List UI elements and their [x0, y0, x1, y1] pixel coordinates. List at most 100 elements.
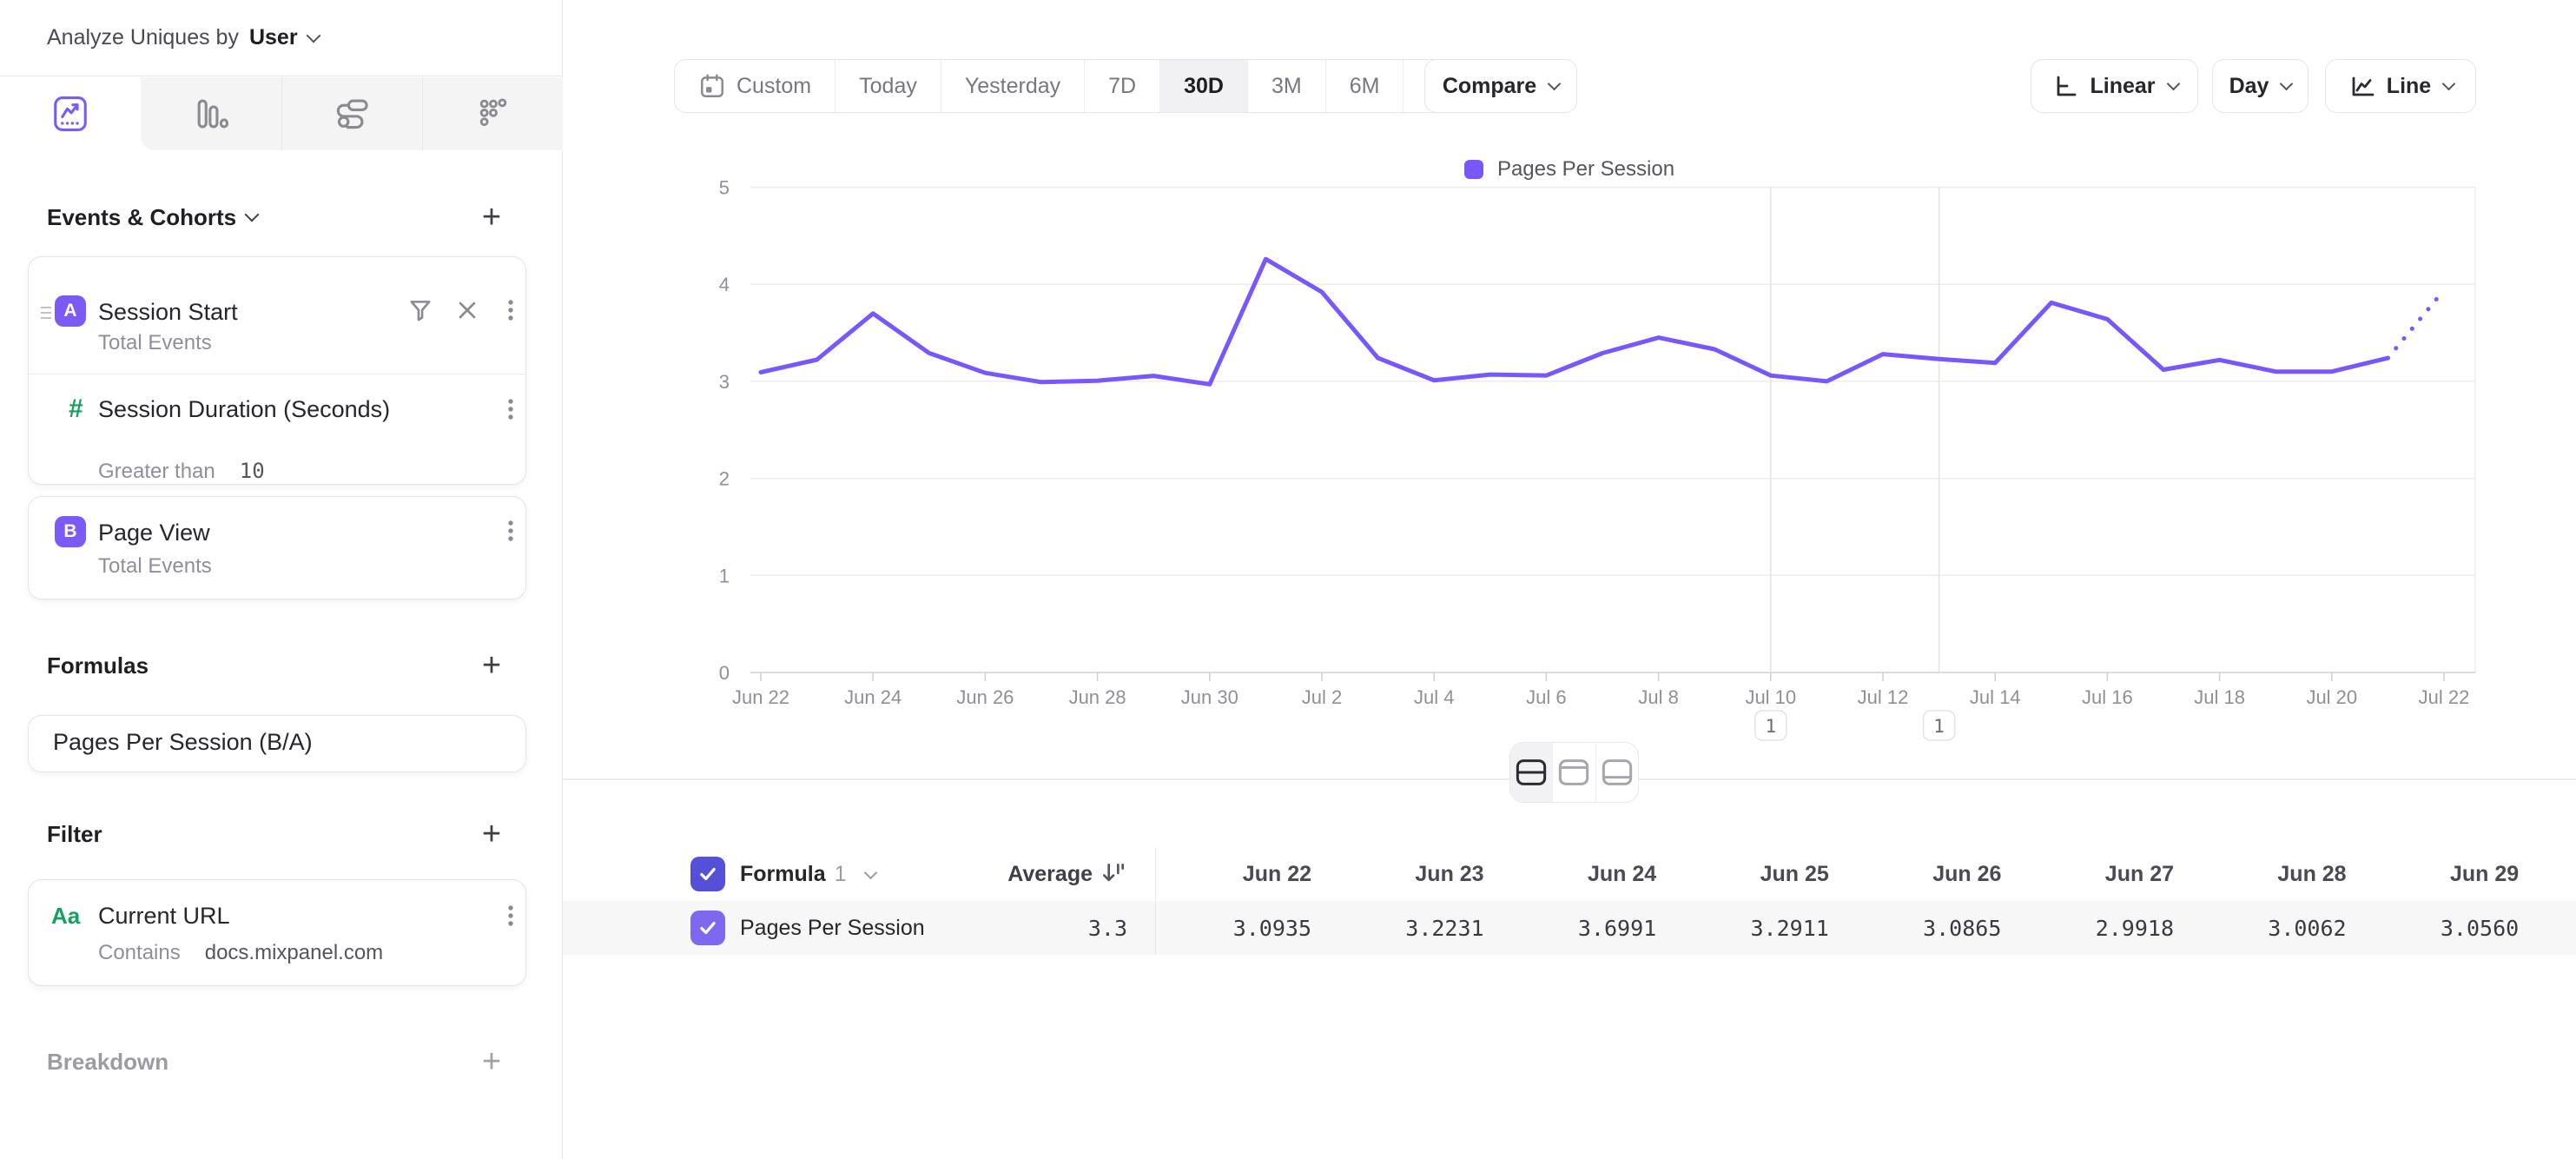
x-axis-tick-label: Jul 20	[2306, 686, 2357, 708]
formula-group-dropdown[interactable]: Formula 1	[740, 847, 875, 901]
formulas-heading: Formulas	[47, 646, 149, 685]
layout-split-view-button[interactable]	[1510, 743, 1552, 802]
chart-type-label: Line	[2387, 74, 2431, 99]
tab-bar-chart[interactable]	[141, 77, 281, 150]
kebab-menu-icon[interactable]	[498, 903, 524, 929]
line-chart[interactable]: 01234511Jun 22Jun 24Jun 26Jun 28Jun 30Ju…	[563, 130, 2576, 773]
table-date-header[interactable]: Jun 23	[1337, 847, 1484, 901]
table-value-cell: 3.2231	[1337, 901, 1484, 955]
event-aggregation[interactable]: Total Events	[98, 331, 212, 355]
table-date-header[interactable]: Jun 22	[1164, 847, 1311, 901]
range-label: Custom	[736, 74, 811, 99]
x-axis: Jun 22Jun 24Jun 26Jun 28Jun 30Jul 2Jul 4…	[732, 672, 2469, 708]
filter-condition[interactable]: Contains docs.mixpanel.com	[98, 941, 383, 965]
x-axis-tick-label: Jun 28	[1069, 686, 1126, 708]
range-yesterday[interactable]: Yesterday	[941, 60, 1084, 112]
average-column-header[interactable]: Average	[867, 847, 1127, 901]
kebab-menu-icon[interactable]	[498, 518, 524, 544]
range-today[interactable]: Today	[835, 60, 941, 112]
formula-title[interactable]: Pages Per Session (B/A)	[53, 729, 313, 756]
gridlines: 012345	[719, 177, 2475, 685]
formula-card[interactable]: Pages Per Session (B/A)	[28, 715, 526, 772]
analyze-uniques-value-dropdown[interactable]: User	[249, 25, 298, 50]
chart-focus-icon	[1557, 758, 1590, 787]
chevron-down-icon	[2166, 76, 2180, 90]
results-table: Formula 1 Average Pages Per Session 3.3 …	[563, 847, 2576, 955]
range-7d[interactable]: 7D	[1084, 60, 1159, 112]
range-6m[interactable]: 6M	[1325, 60, 1404, 112]
range-label: Today	[859, 74, 917, 99]
table-value-cell: 3.0935	[1164, 901, 1311, 955]
metric-operator[interactable]: Greater than	[98, 460, 215, 483]
tab-insights-line[interactable]	[0, 77, 141, 150]
calendar-icon	[698, 72, 726, 100]
table-date-header[interactable]: Jun 26	[1853, 847, 2001, 901]
add-formula-button[interactable]: +	[472, 646, 511, 685]
drag-handle-icon[interactable]	[37, 302, 55, 323]
metric-value[interactable]: 10	[240, 459, 265, 483]
formulas-label: Formulas	[47, 652, 149, 679]
add-breakdown-button[interactable]: +	[472, 1043, 511, 1081]
remove-icon[interactable]	[452, 295, 482, 325]
metric-title[interactable]: Session Duration (Seconds)	[98, 396, 390, 423]
table-value-cell: 3.0865	[1853, 901, 2001, 955]
table-focus-icon	[1601, 758, 1634, 787]
x-axis-tick-label: Jul 4	[1414, 686, 1454, 708]
sidebar: Analyze Uniques by User	[0, 0, 563, 1159]
annotation-badge-count: 1	[1933, 716, 1945, 737]
x-axis-tick-label: Jul 8	[1638, 686, 1678, 708]
filter-operator[interactable]: Contains	[98, 941, 181, 964]
range-30d[interactable]: 30D	[1159, 60, 1247, 112]
event-title[interactable]: Session Start	[98, 299, 238, 326]
range-3m[interactable]: 3M	[1247, 60, 1325, 112]
event-aggregation[interactable]: Total Events	[98, 554, 212, 579]
chart-type-dropdown[interactable]: Line	[2325, 59, 2476, 113]
table-date-header[interactable]: Jun 29	[2371, 847, 2519, 901]
interval-label: Day	[2229, 74, 2269, 99]
line-chart-small-icon	[2348, 72, 2375, 100]
table-date-header[interactable]: Jun 25	[1681, 847, 1829, 901]
linear-axis-icon	[2051, 72, 2078, 100]
events-cohorts-label: Events & Cohorts	[47, 204, 236, 231]
select-all-checkbox[interactable]	[690, 857, 725, 891]
range-custom[interactable]: Custom	[675, 60, 835, 112]
series-line[interactable]	[761, 259, 2388, 384]
table-date-header[interactable]: Jun 27	[2026, 847, 2174, 901]
layout-table-focus-button[interactable]	[1595, 743, 1638, 802]
layout-chart-focus-button[interactable]	[1552, 743, 1595, 802]
scale-label: Linear	[2090, 74, 2155, 99]
scale-dropdown[interactable]: Linear	[2031, 59, 2198, 113]
event-title[interactable]: Page View	[98, 520, 210, 546]
x-axis-tick-label: Jul 6	[1526, 686, 1566, 708]
table-date-header[interactable]: Jun 24	[1509, 847, 1656, 901]
formula-group-name: Formula	[740, 862, 826, 887]
add-filter-button[interactable]: +	[472, 815, 511, 853]
y-axis-tick-label: 2	[719, 468, 730, 490]
y-axis-tick-label: 1	[719, 565, 730, 586]
x-axis-tick-label: Jun 22	[732, 686, 789, 708]
split-view-icon	[1515, 758, 1548, 787]
metric-condition[interactable]: Greater than 10	[98, 459, 265, 484]
interval-dropdown[interactable]: Day	[2212, 59, 2308, 113]
table-date-header[interactable]: Jun 28	[2199, 847, 2347, 901]
series-checkbox[interactable]	[690, 911, 725, 945]
filter-value[interactable]: docs.mixpanel.com	[205, 941, 383, 964]
chevron-down-icon	[2280, 76, 2294, 90]
kebab-menu-icon[interactable]	[498, 396, 524, 422]
filter-icon[interactable]	[406, 295, 435, 325]
tab-grid-dots[interactable]	[422, 77, 563, 150]
tab-flow[interactable]	[281, 77, 422, 150]
range-label: 3M	[1271, 74, 1302, 99]
range-label: Yesterday	[965, 74, 1060, 99]
compare-button[interactable]: Compare	[1424, 59, 1577, 113]
filter-property-title[interactable]: Current URL	[98, 903, 230, 930]
annotation-badge-count: 1	[1765, 716, 1776, 737]
kebab-menu-icon[interactable]	[498, 297, 524, 323]
chevron-down-icon	[306, 28, 320, 43]
events-cohorts-heading[interactable]: Events & Cohorts	[47, 198, 257, 236]
numeric-property-icon: #	[69, 394, 83, 424]
breakdown-heading: Breakdown	[47, 1043, 168, 1081]
string-property-icon: Aa	[51, 903, 80, 930]
add-event-button[interactable]: +	[472, 198, 511, 236]
annotation-markers: 11	[1755, 188, 1955, 741]
